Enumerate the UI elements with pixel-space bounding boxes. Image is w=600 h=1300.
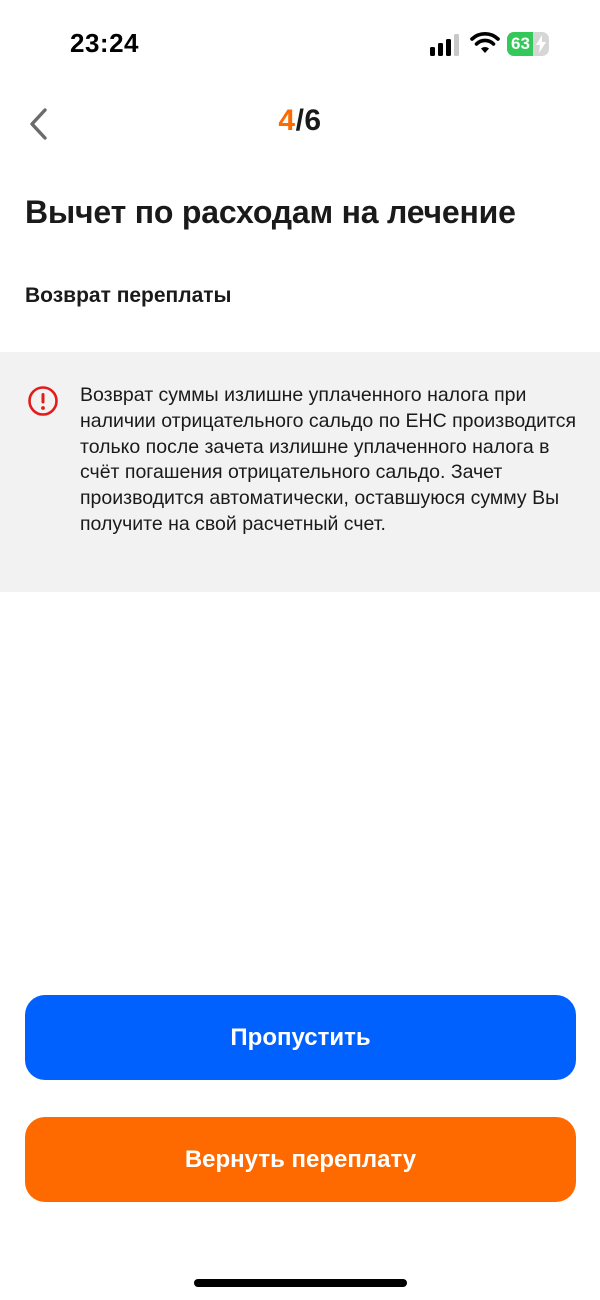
battery-level: 63 [511,34,530,53]
screen: 23:24 63 4/6 Вычет по расходам на лечени… [0,0,600,1300]
wifi-icon [470,32,500,53]
step-current: 4 [278,104,296,137]
status-bar: 23:24 63 [0,0,600,90]
skip-button[interactable]: Пропустить [25,995,576,1080]
battery-indicator: 63 [507,32,549,56]
status-time: 23:24 [70,28,139,58]
section-subtitle: Возврат переплаты [25,284,232,307]
info-notice: Возврат суммы излишне уплаченного налога… [0,352,600,592]
step-total: 6 [304,104,322,137]
notice-text: Возврат суммы излишне уплаченного налога… [80,384,577,535]
cellular-signal-icon [430,34,459,56]
alert-circle-icon [28,386,58,416]
page-title: Вычет по расходам на лечение [25,194,516,230]
home-indicator[interactable] [194,1279,407,1287]
refund-overpayment-button[interactable]: Вернуть переплату [25,1117,576,1202]
step-indicator: 4/6 [0,104,600,138]
charging-bolt-icon [536,35,546,53]
